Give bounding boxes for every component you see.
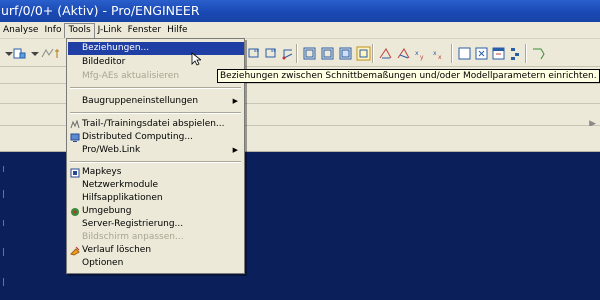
window-icon[interactable] [457,46,472,61]
trail-icon [70,120,80,129]
dimension-icon[interactable]: xx [432,46,447,61]
menu-tools[interactable]: Tools [64,22,95,38]
menu-item-optionen[interactable]: Optionen [68,257,244,270]
new-icon[interactable] [12,46,27,61]
mapkeys-icon [70,168,80,178]
menu-item-baugruppeneinstellungen[interactable]: Baugruppeneinstellungen ▶ [68,95,244,108]
menu-item-label: Netzwerkmodule [82,180,159,190]
view-icon[interactable] [320,46,335,61]
menu-item-server-registrierung[interactable]: Server-Registrierung... [68,218,244,231]
menu-bar: Analyse Info Tools J-Link Fenster Hilfe [0,22,600,39]
menu-item-bildeditor[interactable]: Bildeditor [68,56,244,69]
datum-plane-icon[interactable]: 88 [247,46,262,61]
menu-item-mapkeys[interactable]: Mapkeys [68,166,244,179]
menu-separator [70,161,241,163]
window-icon[interactable] [491,46,506,61]
model-edge [3,278,4,286]
menu-item-label: Mapkeys [82,167,122,177]
model-edge [3,248,4,256]
computer-icon [70,133,80,142]
menu-fenster[interactable]: Fenster [125,23,164,38]
submenu-arrow-icon: ▶ [232,146,238,154]
datum-axis-icon[interactable]: 88 [264,46,279,61]
menu-item-distributed-computing[interactable]: Distributed Computing... [68,131,244,144]
svg-text:y: y [420,54,424,61]
tree-icon[interactable] [508,46,523,61]
menu-separator [70,112,241,114]
model-edge [3,166,4,172]
menu-analyse[interactable]: Analyse [0,23,41,38]
menu-item-label: Server-Registrierung... [82,219,184,229]
menu-item-label: Mfg-AEs aktualisieren [82,71,180,81]
svg-text:x: x [433,50,437,57]
menu-item-label: Beziehungen... [82,43,150,53]
menu-item-label: Verlauf löschen [82,245,152,255]
menu-item-verlauf-loeschen[interactable]: Verlauf löschen [68,244,244,257]
menu-item-label: Bildeditor [82,57,126,67]
menu-item-label: Baugruppeneinstellungen [82,96,199,106]
menu-item-label: Distributed Computing... [82,132,193,142]
menu-item-label: Trail-/Trainingsdatei abspielen... [82,119,225,129]
menu-hilfe[interactable]: Hilfe [164,23,190,38]
model-edge [3,190,4,198]
datum-csys-icon[interactable] [281,46,296,61]
model-edge [3,220,4,226]
menu-item-umgebung[interactable]: Umgebung [68,205,244,218]
environment-icon [71,208,79,216]
window-title: urf/0/0+ (Aktiv) - Pro/ENGINEER [1,3,200,18]
submenu-arrow-icon: ▶ [232,97,238,105]
menu-info[interactable]: Info [41,23,64,38]
view-icon[interactable] [356,46,371,61]
menu-item-hilfsapplikationen[interactable]: Hilfsapplikationen [68,192,244,205]
relations-icon[interactable] [531,46,546,61]
menu-jlink[interactable]: J-Link [95,23,125,38]
menu-item-beziehungen[interactable]: Beziehungen... [68,42,244,55]
title-bar: urf/0/0+ (Aktiv) - Pro/ENGINEER [0,0,600,22]
menu-item-netzwerkmodule[interactable]: Netzwerkmodule [68,179,244,192]
view-icon[interactable] [338,46,353,61]
menu-item-trail[interactable]: Trail-/Trainingsdatei abspielen... [68,118,244,131]
svg-text:88: 88 [271,48,277,53]
sketch-icon[interactable] [396,46,411,61]
menu-item-label: Optionen [82,258,124,268]
menu-separator [70,87,241,89]
clear-icon [70,246,80,256]
menu-item-pro-web-link[interactable]: Pro/Web.Link ▶ [68,144,244,157]
sketch-icon[interactable] [378,46,393,61]
tooltip: Beziehungen zwischen Schnittbemaßungen u… [217,69,600,83]
tooltip-text: Beziehungen zwischen Schnittbemaßungen u… [220,71,597,81]
mouse-cursor-icon [191,52,201,66]
dimension-icon[interactable]: xy [414,46,429,61]
svg-text:x: x [415,50,419,57]
menu-item-bildschirm-anpassen[interactable]: Bildschirm anpassen... [68,231,244,244]
menu-item-label: Umgebung [82,206,132,216]
svg-text:x: x [438,54,442,61]
svg-text:88: 88 [254,48,260,53]
menu-item-label: Bildschirm anpassen... [82,232,184,242]
menu-item-label: Pro/Web.Link [82,145,141,155]
view-icon[interactable] [302,46,317,61]
menu-item-label: Hilfsapplikationen [82,193,163,203]
window-icon[interactable] [474,46,489,61]
